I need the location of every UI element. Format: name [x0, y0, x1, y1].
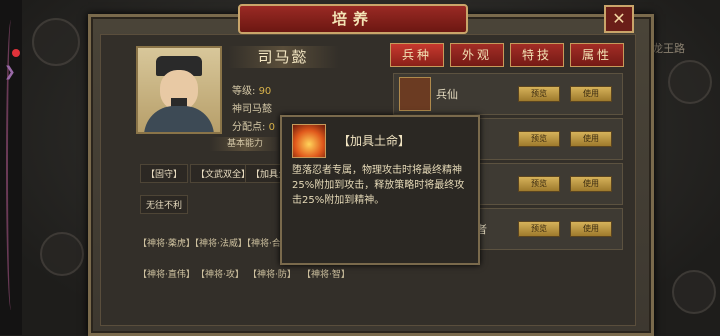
- ability-tag: 【神将·薬虎】: [138, 239, 195, 249]
- use-button[interactable]: 使用: [570, 176, 612, 192]
- flame-icon: [292, 124, 326, 158]
- tooltip-description: 堕落忍者专属，物理攻击时将最终精神25%附加到攻击，释放策略时将最终攻击25%附…: [292, 165, 465, 206]
- preview-button[interactable]: 预览: [518, 221, 560, 237]
- use-button[interactable]: 使用: [570, 221, 612, 237]
- hero-portrait: [136, 46, 222, 134]
- close-button[interactable]: ✕: [604, 5, 634, 33]
- close-icon: ✕: [612, 9, 626, 28]
- bg-menu-icon: [668, 60, 712, 104]
- ability-tag: 【神将·智】: [302, 270, 350, 280]
- level-value: 90: [258, 86, 272, 97]
- ability-tag[interactable]: 【固守】: [140, 164, 189, 183]
- bg-menu-icon: [672, 270, 716, 314]
- points-label: 分配点:: [232, 122, 266, 133]
- hero-name: 司马懿: [228, 46, 338, 68]
- chevron-right-icon[interactable]: ❯: [4, 64, 16, 80]
- ability-tag[interactable]: 无往不利: [140, 195, 189, 214]
- bg-side-text: 龙王路: [652, 42, 685, 55]
- preview-button[interactable]: 预览: [518, 86, 560, 102]
- level-stat: 等级: 90: [232, 82, 271, 97]
- bg-menu-icon: [40, 232, 84, 276]
- points-value: 0: [268, 122, 275, 133]
- tab-appearance[interactable]: 外观: [450, 43, 504, 67]
- use-button[interactable]: 使用: [570, 131, 612, 147]
- preview-button[interactable]: 预览: [518, 131, 560, 147]
- ability-tag: 【神将·防】: [248, 270, 296, 280]
- window-title: 培养: [238, 4, 468, 34]
- bg-menu-icon: [32, 18, 80, 66]
- ability-tag: 【神将·攻】: [196, 270, 244, 280]
- robe: [144, 106, 214, 132]
- use-button[interactable]: 使用: [570, 86, 612, 102]
- level-label: 等级:: [232, 86, 256, 97]
- tab-troop[interactable]: 兵种: [390, 43, 444, 67]
- skin-thumbnail: [399, 77, 431, 111]
- preview-button[interactable]: 预览: [518, 176, 560, 192]
- ability-tag: 【神将·合: [242, 239, 281, 249]
- ability-tag: 【神将·直伟】: [138, 270, 195, 280]
- notification-dot: [12, 49, 20, 57]
- tab-skill[interactable]: 特技: [510, 43, 564, 67]
- tooltip-title: 【加具土命】: [338, 134, 411, 148]
- tab-attribute[interactable]: 属性: [570, 43, 624, 67]
- ability-tag: 【神将·法威】: [190, 239, 247, 249]
- basic-ability-tab[interactable]: 基本能力: [210, 137, 280, 151]
- skin-name: 兵仙: [436, 88, 458, 101]
- hero-subtitle: 神司马懿: [232, 104, 272, 115]
- points-stat: 分配点: 0: [232, 118, 275, 133]
- skin-row: 兵仙 预览 使用: [393, 73, 623, 115]
- skill-tooltip: 【加具土命】 堕落忍者专属，物理攻击时将最终精神25%附加到攻击，释放策略时将最…: [280, 115, 480, 265]
